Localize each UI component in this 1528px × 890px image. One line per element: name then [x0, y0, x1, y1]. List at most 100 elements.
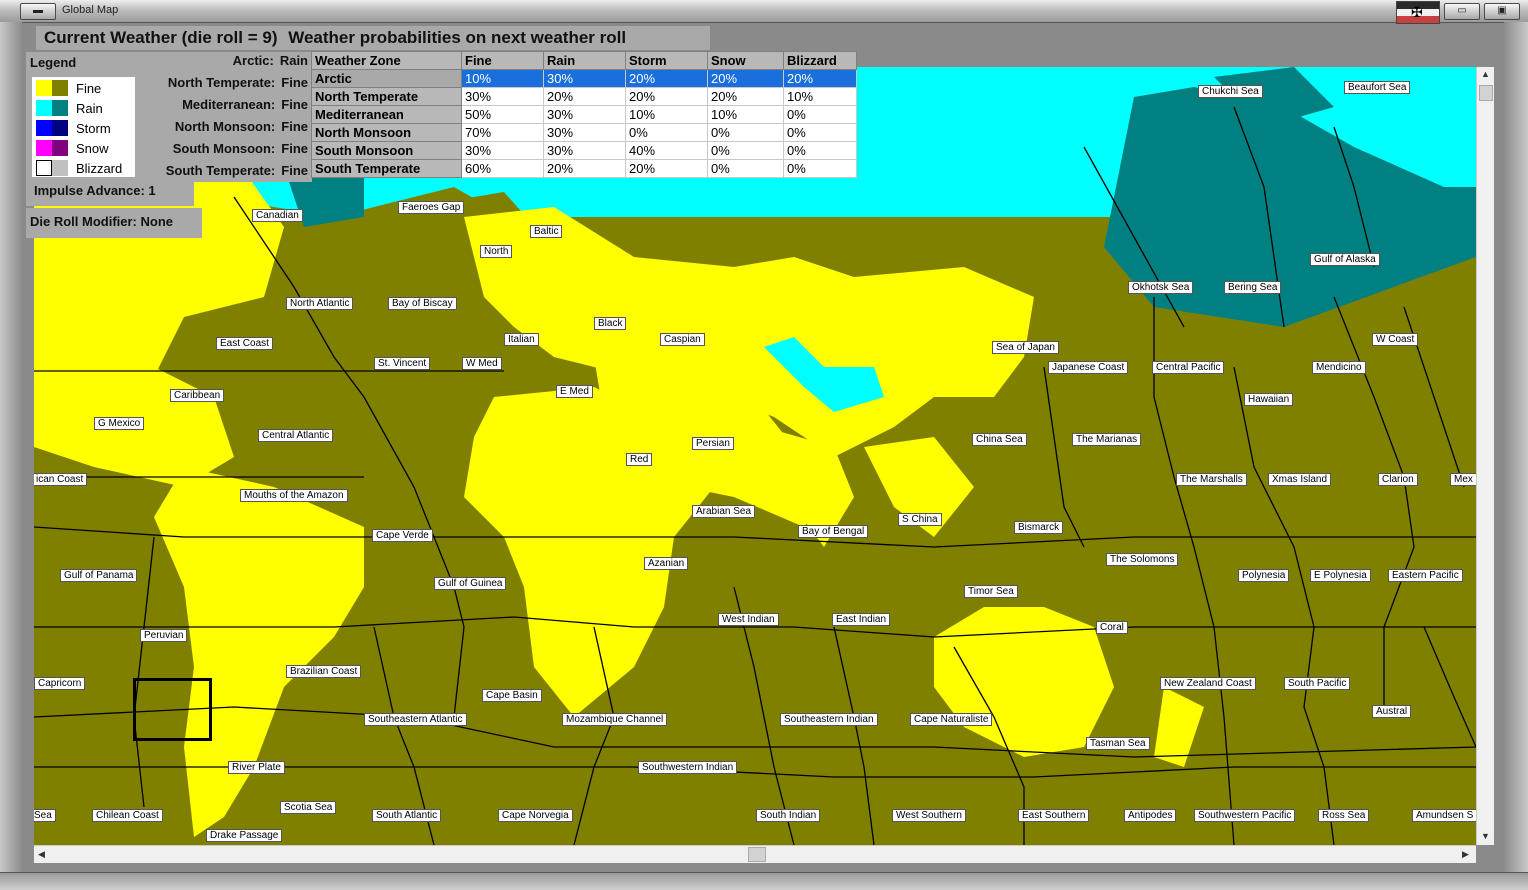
- sea-area-label[interactable]: Caribbean: [170, 389, 225, 402]
- sea-area-label[interactable]: Mendicino: [1312, 361, 1366, 374]
- sea-area-label[interactable]: Southwestern Indian: [638, 761, 738, 774]
- sea-area-label[interactable]: Mex: [1450, 473, 1476, 486]
- sea-area-label[interactable]: Italian: [504, 333, 539, 346]
- sea-area-label[interactable]: Cape Basin: [482, 689, 542, 702]
- sea-area-label[interactable]: Okhotsk Sea: [1128, 281, 1194, 294]
- sea-area-label[interactable]: Cape Naturaliste: [910, 713, 993, 726]
- sea-area-label[interactable]: Drake Passage: [206, 829, 283, 842]
- sea-area-label[interactable]: East Coast: [216, 337, 273, 350]
- table-row[interactable]: South Monsoon 30% 30% 40% 0% 0%: [311, 141, 857, 160]
- window-close-button[interactable]: ▣: [1484, 3, 1520, 20]
- sea-area-label[interactable]: Cape Verde: [372, 529, 433, 542]
- sea-area-label[interactable]: Polynesia: [1238, 569, 1290, 582]
- sea-area-label[interactable]: Mouths of the Amazon: [240, 489, 348, 502]
- sea-area-label[interactable]: Black: [594, 317, 627, 330]
- scroll-up-arrow-icon[interactable]: ▲: [1481, 69, 1490, 79]
- sea-area-label[interactable]: Scotia Sea: [280, 801, 337, 814]
- sea-area-label[interactable]: Mozambique Channel: [562, 713, 668, 726]
- sea-area-label[interactable]: Xmas Island: [1268, 473, 1332, 486]
- sea-area-label[interactable]: Central Pacific: [1152, 361, 1225, 374]
- sea-area-label[interactable]: Caspian: [660, 333, 705, 346]
- sea-area-label[interactable]: Gulf of Guinea: [434, 577, 507, 590]
- sea-area-label[interactable]: Arabian Sea: [692, 505, 756, 518]
- sea-area-label[interactable]: Gulf of Alaska: [1310, 253, 1380, 266]
- sea-area-label[interactable]: Canadian: [252, 209, 303, 222]
- sea-area-label[interactable]: Timor Sea: [964, 585, 1018, 598]
- sea-area-label[interactable]: Clarion: [1378, 473, 1418, 486]
- sea-area-label[interactable]: Eastern Pacific: [1388, 569, 1463, 582]
- window-menu-button[interactable]: ▬: [20, 3, 56, 20]
- sea-area-label[interactable]: Cape Norvegia: [498, 809, 573, 822]
- sea-area-label[interactable]: West Southern: [892, 809, 966, 822]
- scroll-left-arrow-icon[interactable]: ◀: [38, 849, 45, 860]
- horizontal-scroll-thumb[interactable]: [748, 847, 766, 862]
- sea-area-label[interactable]: Central Atlantic: [258, 429, 334, 442]
- sea-area-label[interactable]: Coral: [1096, 621, 1128, 634]
- sea-area-label[interactable]: East Indian: [832, 613, 891, 626]
- table-row[interactable]: North Monsoon 70% 30% 0% 0% 0%: [311, 123, 857, 142]
- sea-area-label[interactable]: Southeastern Atlantic: [364, 713, 467, 726]
- sea-area-label[interactable]: Beaufort Sea: [1344, 81, 1411, 94]
- sea-area-label[interactable]: Tasman Sea: [1086, 737, 1150, 750]
- sea-area-label[interactable]: Sea of Japan: [992, 341, 1059, 354]
- sea-area-label[interactable]: Sea: [34, 809, 56, 822]
- sea-area-label[interactable]: St. Vincent: [374, 357, 431, 370]
- sea-area-label[interactable]: River Plate: [228, 761, 285, 774]
- sea-area-label[interactable]: E Med: [556, 385, 593, 398]
- sea-area-label[interactable]: Bering Sea: [1224, 281, 1282, 294]
- sea-area-label[interactable]: Brazilian Coast: [286, 665, 362, 678]
- sea-area-label[interactable]: Hawaiian: [1244, 393, 1294, 406]
- sea-area-label[interactable]: The Marshalls: [1176, 473, 1247, 486]
- sea-area-label[interactable]: Gulf of Panama: [60, 569, 138, 582]
- scroll-down-arrow-icon[interactable]: ▼: [1481, 831, 1490, 841]
- sea-area-label[interactable]: G Mexico: [94, 417, 145, 430]
- sea-area-label[interactable]: West Indian: [718, 613, 779, 626]
- sea-area-label[interactable]: E Polynesia: [1310, 569, 1371, 582]
- sea-area-label[interactable]: South Indian: [756, 809, 821, 822]
- sea-area-label[interactable]: W Coast: [1372, 333, 1419, 346]
- sea-area-label[interactable]: Japanese Coast: [1048, 361, 1129, 374]
- sea-area-label[interactable]: Southeastern Indian: [780, 713, 878, 726]
- sea-area-label[interactable]: Antipodes: [1124, 809, 1177, 822]
- sea-area-label[interactable]: Austral: [1372, 705, 1412, 718]
- sea-area-label[interactable]: China Sea: [972, 433, 1027, 446]
- sea-area-label[interactable]: South Atlantic: [372, 809, 442, 822]
- sea-area-label[interactable]: Faeroes Gap: [398, 201, 465, 214]
- sea-area-label[interactable]: Bay of Biscay: [388, 297, 457, 310]
- sea-area-label[interactable]: S China: [898, 513, 942, 526]
- sea-area-label[interactable]: Bismarck: [1014, 521, 1064, 534]
- scroll-right-arrow-icon[interactable]: ▶: [1462, 849, 1469, 860]
- window-restore-button[interactable]: ▭: [1444, 3, 1480, 20]
- sea-area-label[interactable]: Chilean Coast: [92, 809, 163, 822]
- map-vertical-scrollbar[interactable]: ▲ ▼: [1476, 67, 1494, 845]
- sea-area-label[interactable]: Azanian: [644, 557, 689, 570]
- table-row[interactable]: Mediterranean 50% 30% 10% 10% 0%: [311, 105, 857, 124]
- window-titlebar[interactable]: ▬ Global Map ✠ ▭ ▣: [0, 0, 1528, 24]
- table-row[interactable]: South Temperate 60% 20% 20% 0% 0%: [311, 159, 857, 178]
- map-horizontal-scrollbar[interactable]: ◀ ▶: [34, 845, 1476, 863]
- sea-area-label[interactable]: South Pacific: [1284, 677, 1351, 690]
- sea-area-label[interactable]: New Zealand Coast: [1160, 677, 1256, 690]
- sea-area-label[interactable]: Ross Sea: [1318, 809, 1370, 822]
- sea-area-label[interactable]: Red: [626, 453, 653, 466]
- table-row[interactable]: North Temperate 30% 20% 20% 20% 10%: [311, 87, 857, 106]
- sea-area-label[interactable]: Bay of Bengal: [798, 525, 869, 538]
- sea-area-label[interactable]: Amundsen S: [1412, 809, 1476, 822]
- sea-area-label[interactable]: East Southern: [1018, 809, 1090, 822]
- sea-area-label[interactable]: The Solomons: [1106, 553, 1179, 566]
- sea-area-label[interactable]: Chukchi Sea: [1198, 85, 1263, 98]
- sea-area-label[interactable]: W Med: [462, 357, 502, 370]
- sea-area-label[interactable]: The Marianas: [1072, 433, 1142, 446]
- legend-label: Blizzard: [76, 161, 123, 176]
- sea-area-label[interactable]: North Atlantic: [286, 297, 354, 310]
- map-selection-box[interactable]: [133, 678, 212, 741]
- sea-area-label[interactable]: Baltic: [530, 225, 563, 238]
- sea-area-label[interactable]: Capricorn: [34, 677, 86, 690]
- vertical-scroll-thumb[interactable]: [1479, 85, 1493, 101]
- sea-area-label[interactable]: Southwestern Pacific: [1194, 809, 1296, 822]
- table-row[interactable]: Arctic 10% 30% 20% 20% 20%: [311, 69, 857, 88]
- sea-area-label[interactable]: ican Coast: [34, 473, 88, 486]
- sea-area-label[interactable]: North: [480, 245, 513, 258]
- sea-area-label[interactable]: Persian: [692, 437, 734, 450]
- sea-area-label[interactable]: Peruvian: [140, 629, 188, 642]
